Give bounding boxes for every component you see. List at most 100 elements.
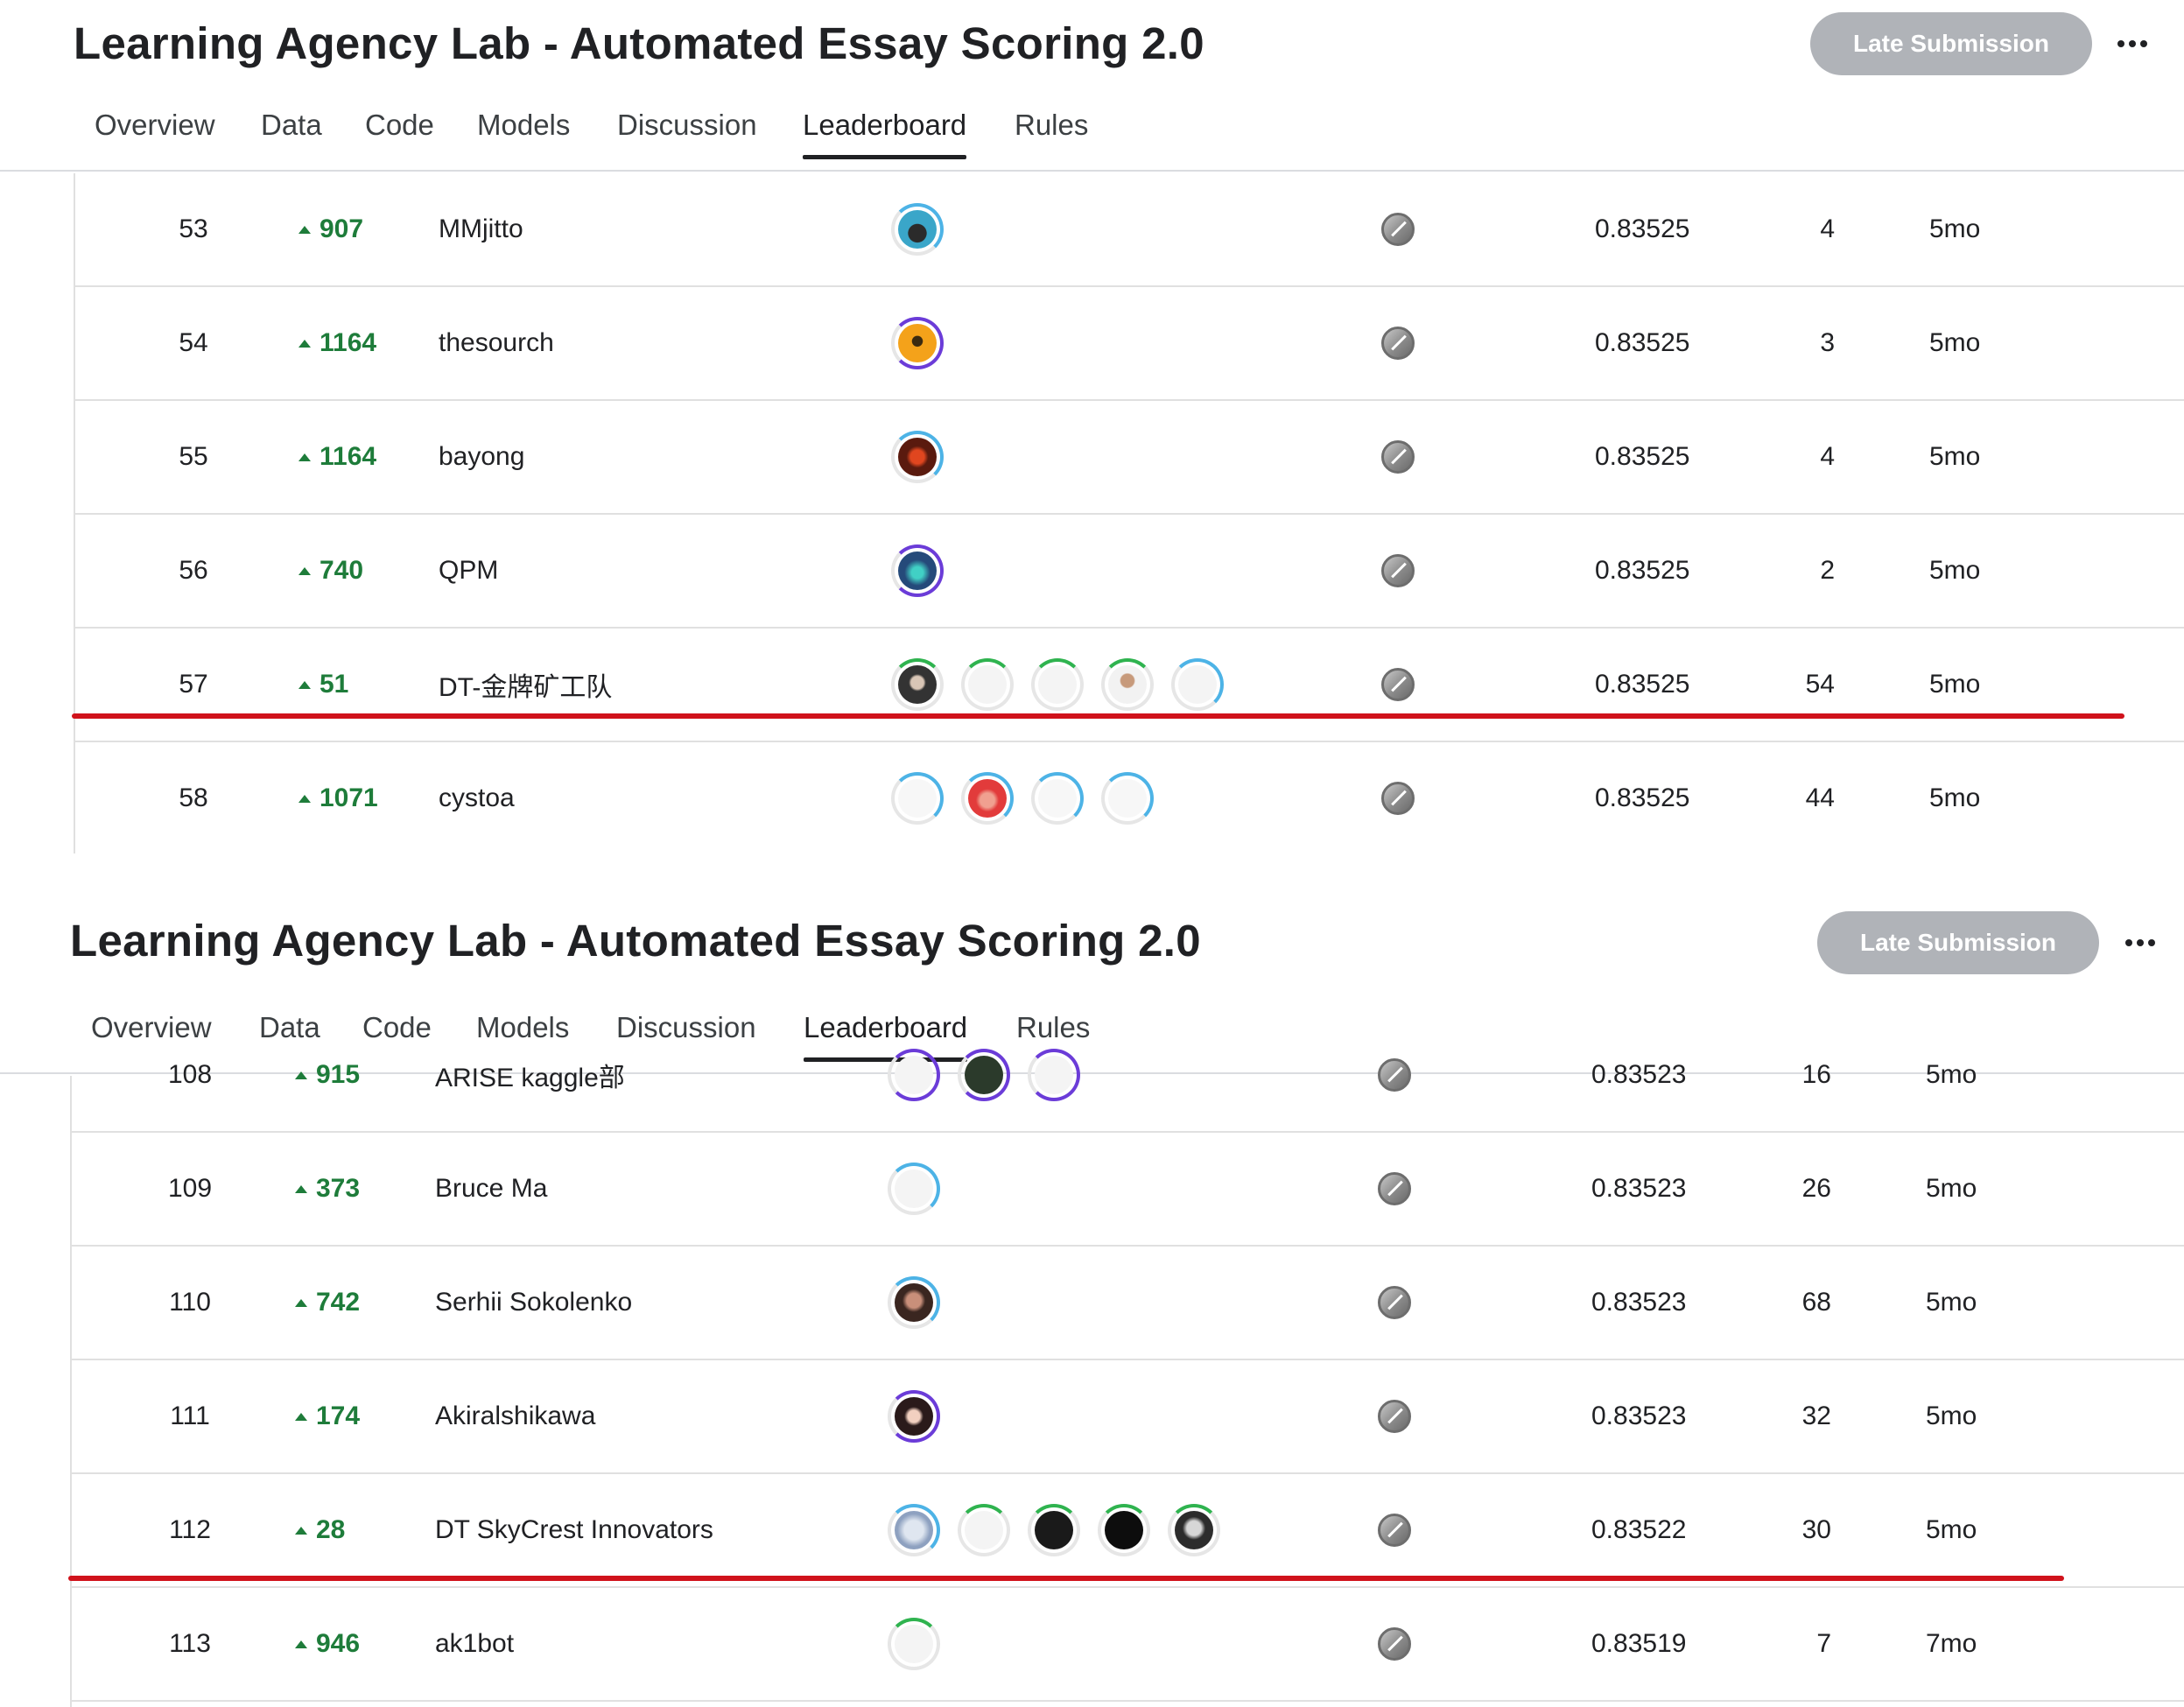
table-row[interactable]: 58 1071 cystoa 0.83525 44 5mo [75,742,2184,854]
rank-change: 1164 [298,442,376,472]
silver-medal-icon [1378,1058,1411,1092]
avatar[interactable] [1031,772,1084,825]
tab-rules[interactable]: Rules [1015,109,1088,158]
avatar[interactable] [888,1618,940,1670]
avatar[interactable] [958,1504,1010,1556]
table-row[interactable]: 54 1164 thesourch 0.83525 3 5mo [75,287,2184,401]
team-name[interactable]: DT-金牌矿工队 [439,665,612,704]
team-name[interactable]: ak1bot [435,1629,514,1659]
up-arrow-icon [295,1412,307,1421]
late-submission-button[interactable]: Late Submission [1810,12,2092,75]
up-arrow-icon [298,453,311,461]
entries-cell: 26 [1801,1174,1831,1203]
tab-data[interactable]: Data [261,109,322,158]
rank-change: 373 [295,1174,360,1204]
table-row[interactable]: 56 740 QPM 0.83525 2 5mo [75,515,2184,629]
rank-cell: 56 [179,556,208,585]
avatar[interactable] [891,658,944,711]
rank-cell: 113 [169,1629,211,1658]
team-name[interactable]: DT SkyCrest Innovators [435,1515,713,1545]
avatar[interactable] [1168,1504,1220,1556]
avatar[interactable] [1101,658,1154,711]
last-submission-cell: 5mo [1929,214,1981,243]
more-options-icon[interactable] [2106,26,2159,61]
tab-leaderboard[interactable]: Leaderboard [803,109,967,159]
avatar[interactable] [1028,1049,1080,1101]
avatar[interactable] [1028,1504,1080,1556]
silver-medal-icon [1378,1627,1411,1661]
table-row[interactable]: 113 946 ak1bot 0.83519 7 7mo [72,1588,2184,1702]
rank-change: 174 [295,1401,360,1431]
rank-cell: 58 [179,783,208,812]
team-members [888,1163,940,1215]
rank-change: 740 [298,556,363,586]
team-name[interactable]: cystoa [439,783,515,813]
team-name[interactable]: thesourch [439,328,554,358]
silver-medal-icon [1378,1514,1411,1547]
table-row[interactable]: 108 915 ARISE kaggle部 0.83523 16 5mo [72,1019,2184,1133]
tab-discussion[interactable]: Discussion [617,109,757,158]
avatar[interactable] [891,317,944,369]
entries-cell: 4 [1820,442,1835,471]
score-cell: 0.83525 [1595,328,1690,357]
entries-cell: 44 [1805,783,1835,812]
avatar[interactable] [1171,658,1224,711]
avatar[interactable] [888,1504,940,1556]
avatar[interactable] [961,658,1014,711]
avatar[interactable] [1098,1504,1150,1556]
avatar[interactable] [888,1390,940,1443]
tab-models[interactable]: Models [477,109,570,158]
avatar[interactable] [888,1163,940,1215]
last-submission-cell: 5mo [1926,1401,1977,1430]
team-name[interactable]: Bruce Ma [435,1174,547,1204]
last-submission-cell: 5mo [1929,328,1981,357]
leaderboard-panel-top: Learning Agency Lab - Automated Essay Sc… [0,0,2184,854]
avatar[interactable] [958,1049,1010,1101]
team-name[interactable]: Serhii Sokolenko [435,1288,632,1317]
avatar[interactable] [888,1276,940,1329]
table-row[interactable]: 53 907 MMjitto 0.83525 4 5mo [75,173,2184,287]
table-row[interactable]: 57 51 DT-金牌矿工队 0.83525 54 5mo [75,629,2184,742]
entries-cell: 2 [1820,556,1835,585]
team-members [891,431,944,483]
table-row[interactable]: 109 373 Bruce Ma 0.83523 26 5mo [72,1133,2184,1247]
team-name[interactable]: bayong [439,442,524,472]
last-submission-cell: 5mo [1929,556,1981,585]
rank-cell: 111 [170,1401,210,1430]
score-cell: 0.83523 [1591,1060,1687,1089]
avatar[interactable] [891,203,944,256]
team-name[interactable]: MMjitto [439,214,523,244]
team-members [888,1276,940,1329]
avatar[interactable] [1101,772,1154,825]
rank-change: 1071 [298,783,378,813]
team-name[interactable]: ARISE kaggle部 [435,1056,625,1094]
silver-medal-icon [1381,554,1415,587]
tab-code[interactable]: Code [365,109,434,158]
avatar[interactable] [961,772,1014,825]
late-submission-button[interactable]: Late Submission [1817,911,2099,974]
table-row[interactable]: 55 1164 bayong 0.83525 4 5mo [75,401,2184,515]
team-members [891,772,1154,825]
team-members [891,658,1224,711]
score-cell: 0.83525 [1595,214,1690,243]
avatar[interactable] [891,772,944,825]
table-row[interactable]: 112 28 DT SkyCrest Innovators 0.83522 30… [72,1474,2184,1588]
silver-medal-icon [1381,782,1415,815]
team-name[interactable]: Akiralshikawa [435,1401,595,1431]
avatar[interactable] [891,544,944,597]
avatar[interactable] [891,431,944,483]
leaderboard-table: 53 907 MMjitto 0.83525 4 5mo 54 1164 the… [74,173,2184,854]
team-members [891,203,944,256]
last-submission-cell: 5mo [1926,1060,1977,1089]
tab-overview[interactable]: Overview [95,109,215,158]
more-options-icon[interactable] [2114,925,2166,960]
team-name[interactable]: QPM [439,556,498,586]
team-members [891,317,944,369]
rank-cell: 57 [179,670,208,699]
avatar[interactable] [888,1049,940,1101]
rank-change: 742 [295,1288,360,1317]
avatar[interactable] [1031,658,1084,711]
table-row[interactable]: 110 742 Serhii Sokolenko 0.83523 68 5mo [72,1247,2184,1360]
table-row[interactable]: 111 174 Akiralshikawa 0.83523 32 5mo [72,1360,2184,1474]
rank-change: 51 [298,670,348,699]
